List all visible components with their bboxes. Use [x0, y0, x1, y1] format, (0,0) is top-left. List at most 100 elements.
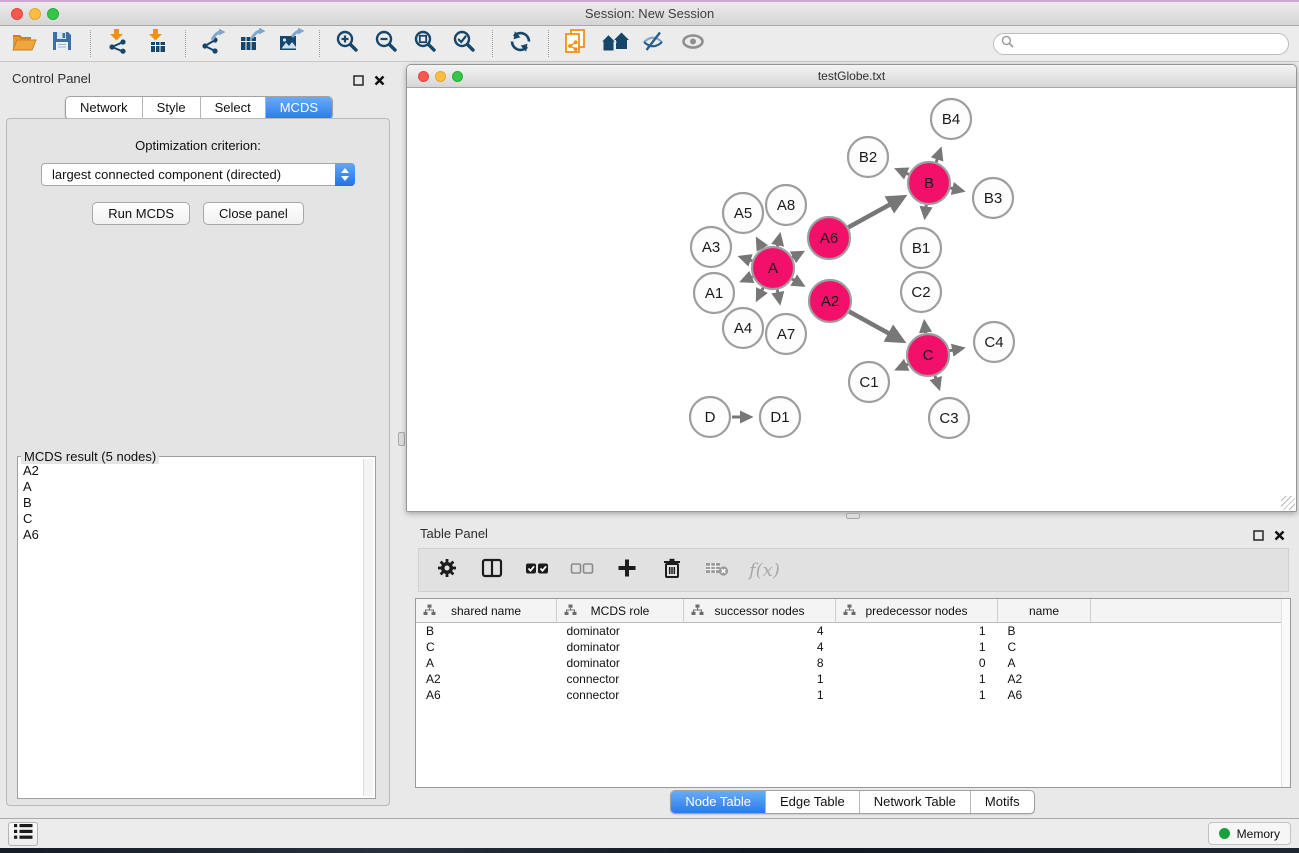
result-list-item[interactable]: B [20, 495, 362, 511]
vertical-splitter[interactable] [398, 62, 406, 818]
splitter-handle[interactable] [398, 432, 405, 446]
zoom-fit-button[interactable] [410, 29, 440, 59]
table-cell[interactable]: 1 [684, 687, 836, 703]
export-network-button[interactable] [198, 29, 228, 59]
table-cell[interactable]: 4 [684, 623, 836, 640]
splitter-handle[interactable] [846, 513, 860, 519]
create-column-button[interactable] [614, 557, 640, 583]
table-row[interactable]: Cdominator41C [416, 639, 1290, 655]
table-cell[interactable]: 1 [836, 623, 998, 640]
memory-button[interactable]: Memory [1208, 822, 1291, 845]
network-graph[interactable]: B4B2BB3A5A8A6A3AB1A1C2A2A4A7C4CC1C3DD1 [407, 88, 1296, 511]
select-all-columns-button[interactable] [524, 557, 550, 583]
table-cell[interactable]: 1 [836, 687, 998, 703]
unselect-all-columns-button[interactable] [569, 557, 595, 583]
table-cell[interactable]: B [416, 623, 557, 640]
result-list-scrollbar[interactable] [363, 459, 373, 796]
table-cell[interactable]: A2 [998, 671, 1091, 687]
graph-edge-B-B1[interactable] [925, 205, 926, 217]
task-history-button[interactable] [8, 822, 38, 846]
close-panel-button[interactable]: Close panel [203, 202, 304, 225]
table-cell[interactable]: A2 [416, 671, 557, 687]
close-panel-icon[interactable] [1274, 528, 1285, 546]
network-canvas[interactable]: B4B2BB3A5A8A6A3AB1A1C2A2A4A7C4CC1C3DD1 [407, 88, 1296, 511]
zoom-selected-button[interactable] [449, 29, 479, 59]
horizontal-splitter[interactable] [406, 512, 1299, 520]
graph-edge-C-C1[interactable] [898, 364, 909, 369]
table-cell[interactable]: 1 [836, 639, 998, 655]
column-header-shared-name[interactable]: shared name [416, 599, 557, 623]
export-table-button[interactable] [237, 29, 267, 59]
table-cell[interactable]: A [416, 655, 557, 671]
result-list-item[interactable]: C [20, 511, 362, 527]
import-table-button[interactable] [142, 29, 172, 59]
tab-motifs[interactable]: Motifs [970, 791, 1034, 813]
mcds-result-list[interactable]: A2ABCA6 [20, 460, 362, 796]
table-row[interactable]: Adominator80A [416, 655, 1290, 671]
first-neighbors-button[interactable] [600, 29, 630, 59]
table-row[interactable]: Bdominator41B [416, 623, 1290, 640]
tab-mcds[interactable]: MCDS [265, 97, 332, 119]
graph-edge-A2-C[interactable] [849, 312, 901, 341]
tab-node-table[interactable]: Node Table [671, 791, 765, 813]
table-cell[interactable]: A6 [998, 687, 1091, 703]
network-window-titlebar[interactable]: testGlobe.txt [407, 65, 1296, 88]
zoom-window-button[interactable] [47, 8, 59, 20]
column-header-mcds-role[interactable]: MCDS role [557, 599, 684, 623]
delete-table-button[interactable] [704, 557, 730, 583]
tab-network[interactable]: Network [66, 97, 142, 119]
table-cell[interactable]: 4 [684, 639, 836, 655]
optimization-criterion-select[interactable]: largest connected component (directed) [41, 163, 355, 186]
graph-edge-C-C3[interactable] [935, 376, 939, 388]
result-list-item[interactable]: A2 [20, 463, 362, 479]
table-cell[interactable]: C [416, 639, 557, 655]
export-image-button[interactable] [276, 29, 306, 59]
function-builder-button[interactable]: f(x) [749, 557, 780, 583]
graph-edge-B-B2[interactable] [897, 170, 908, 175]
refresh-view-button[interactable] [505, 29, 535, 59]
hide-selected-button[interactable] [639, 29, 669, 59]
tab-select[interactable]: Select [200, 97, 265, 119]
run-mcds-button[interactable]: Run MCDS [92, 202, 190, 225]
import-network-button[interactable] [103, 29, 133, 59]
graph-edge-C-C2[interactable] [924, 322, 925, 333]
zoom-out-button[interactable] [371, 29, 401, 59]
graph-edge-A-A7[interactable] [777, 290, 779, 303]
table-scrollbar[interactable] [1281, 599, 1290, 787]
table-cell[interactable]: dominator [557, 639, 684, 655]
graph-edge-B-B3[interactable] [950, 188, 962, 191]
network-zoom-button[interactable] [452, 71, 463, 82]
table-cell[interactable]: connector [557, 671, 684, 687]
search-field[interactable] [993, 33, 1289, 55]
table-row[interactable]: A6connector11A6 [416, 687, 1290, 703]
show-all-button[interactable] [678, 29, 708, 59]
table-cell[interactable]: C [998, 639, 1091, 655]
close-panel-icon[interactable] [374, 73, 385, 91]
show-column-panel-button[interactable] [479, 557, 505, 583]
table-cell[interactable]: 8 [684, 655, 836, 671]
table-cell[interactable]: dominator [557, 655, 684, 671]
table-settings-button[interactable] [434, 557, 460, 583]
float-panel-icon[interactable] [353, 73, 364, 91]
result-list-item[interactable]: A6 [20, 527, 362, 543]
search-input[interactable] [1014, 35, 1288, 53]
graph-edge-A-A6[interactable] [792, 253, 802, 258]
graph-edge-A-A4[interactable] [757, 288, 763, 299]
graph-edge-A6-B[interactable] [848, 198, 902, 228]
save-session-button[interactable] [47, 29, 77, 59]
resize-grip-icon[interactable] [1281, 496, 1295, 510]
tab-network-table[interactable]: Network Table [859, 791, 970, 813]
graph-edge-A-A8[interactable] [777, 235, 779, 246]
float-panel-icon[interactable] [1253, 528, 1264, 546]
column-header-predecessor-nodes[interactable]: predecessor nodes [836, 599, 998, 623]
zoom-in-button[interactable] [332, 29, 362, 59]
table-cell[interactable]: dominator [557, 623, 684, 640]
column-header-successor-nodes[interactable]: successor nodes [684, 599, 836, 623]
table-cell[interactable]: A [998, 655, 1091, 671]
graph-edge-C-C4[interactable] [950, 348, 963, 350]
close-window-button[interactable] [11, 8, 23, 20]
table-cell[interactable]: connector [557, 687, 684, 703]
graph-edge-A-A1[interactable] [743, 277, 753, 281]
tab-style[interactable]: Style [142, 97, 200, 119]
tab-edge-table[interactable]: Edge Table [765, 791, 859, 813]
